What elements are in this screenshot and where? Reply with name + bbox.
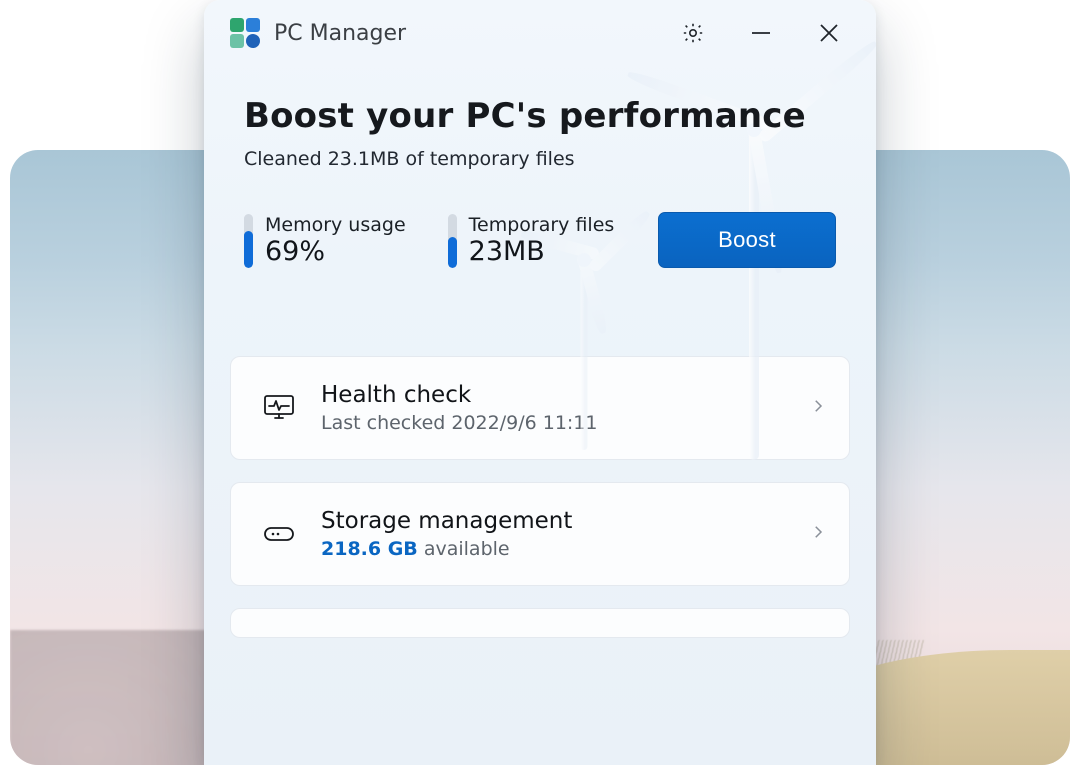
card-storage-management[interactable]: Storage management 218.6 GB available bbox=[230, 482, 850, 586]
app-logo-icon bbox=[230, 18, 260, 48]
card-list: Health check Last checked 2022/9/6 11:11… bbox=[204, 356, 876, 638]
card-partial[interactable] bbox=[230, 608, 850, 638]
health-check-title: Health check bbox=[321, 382, 809, 408]
card-health-check[interactable]: Health check Last checked 2022/9/6 11:11 bbox=[230, 356, 850, 460]
temp-label: Temporary files bbox=[469, 214, 615, 236]
close-button[interactable] bbox=[802, 10, 856, 56]
titlebar: PC Manager bbox=[204, 0, 876, 66]
memory-label: Memory usage bbox=[265, 214, 406, 236]
temp-indicator bbox=[448, 214, 457, 268]
hero-subline: Cleaned 23.1MB of temporary files bbox=[244, 148, 836, 170]
pc-manager-window: PC Manager Boost your PC's perf bbox=[204, 0, 876, 765]
temp-indicator-fill bbox=[448, 237, 457, 268]
hero-headline: Boost your PC's performance bbox=[244, 96, 836, 136]
app-title: PC Manager bbox=[274, 21, 406, 46]
health-check-icon bbox=[257, 390, 301, 426]
gear-icon bbox=[681, 21, 705, 45]
boost-button[interactable]: Boost bbox=[658, 212, 836, 268]
storage-title: Storage management bbox=[321, 508, 809, 534]
minimize-icon bbox=[749, 21, 773, 45]
storage-icon bbox=[257, 516, 301, 552]
close-icon bbox=[817, 21, 841, 45]
memory-indicator-fill bbox=[244, 231, 253, 268]
storage-available-suffix: available bbox=[418, 538, 510, 560]
stat-memory: Memory usage 69% bbox=[244, 214, 406, 268]
memory-indicator bbox=[244, 214, 253, 268]
stat-temp-files: Temporary files 23MB bbox=[448, 214, 615, 268]
chevron-right-icon bbox=[809, 397, 827, 419]
stats-row: Memory usage 69% Temporary files 23MB Bo… bbox=[244, 212, 836, 268]
settings-button[interactable] bbox=[666, 10, 720, 56]
temp-value: 23MB bbox=[469, 238, 615, 266]
health-check-subtitle: Last checked 2022/9/6 11:11 bbox=[321, 412, 809, 434]
storage-available-value: 218.6 GB bbox=[321, 538, 418, 560]
hero-section: Boost your PC's performance Cleaned 23.1… bbox=[204, 66, 876, 268]
memory-value: 69% bbox=[265, 238, 406, 266]
minimize-button[interactable] bbox=[734, 10, 788, 56]
chevron-right-icon bbox=[809, 523, 827, 545]
storage-subtitle: 218.6 GB available bbox=[321, 538, 809, 560]
